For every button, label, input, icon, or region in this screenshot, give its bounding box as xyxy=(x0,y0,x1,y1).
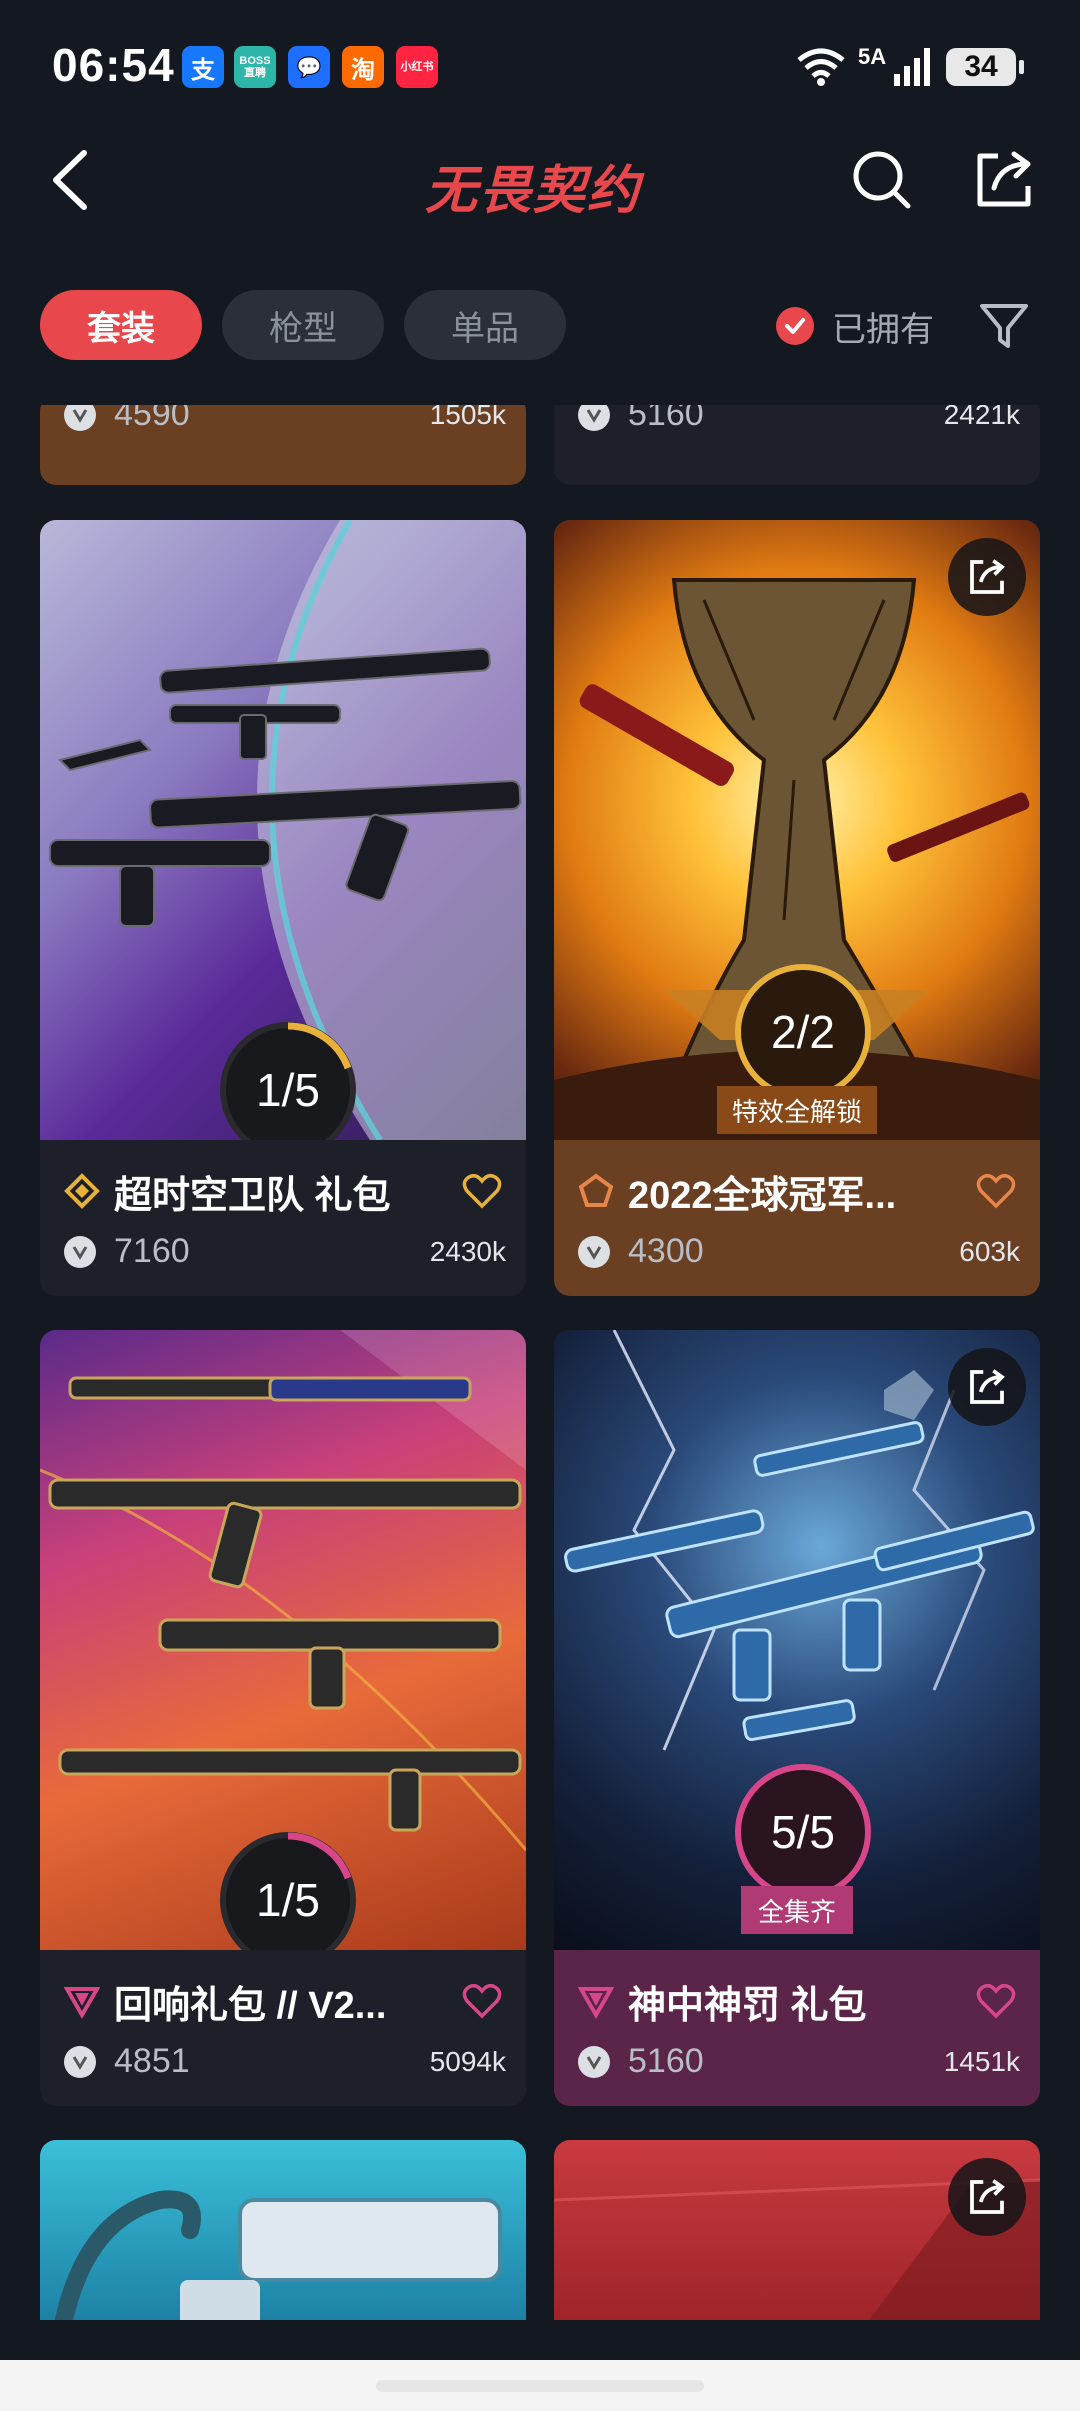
bundle-image: 5/5 全集齐 xyxy=(554,1330,1040,1950)
share-button[interactable] xyxy=(948,1348,1026,1426)
bundle-count: 2421k xyxy=(943,405,1020,430)
progress-badge: 特效全解锁 xyxy=(717,1086,877,1134)
search-icon xyxy=(853,151,911,209)
bundle-count: 603k xyxy=(959,1236,1020,1267)
vp-coin-icon xyxy=(578,405,610,431)
message-icon: 💬 xyxy=(288,46,330,88)
bundle-grid: 4590 1505k 5160 2421k 1/5 超时空卫队 礼包 7160 … xyxy=(0,405,1080,2320)
progress-badge: 全集齐 xyxy=(741,1886,853,1934)
bundle-card[interactable] xyxy=(554,2140,1040,2320)
heart-icon[interactable] xyxy=(976,1982,1016,2020)
share-button[interactable] xyxy=(972,148,1036,212)
heart-icon[interactable] xyxy=(462,1982,502,2020)
progress-ring xyxy=(287,1022,352,1070)
bundle-card[interactable]: 5160 2421k xyxy=(554,405,1040,485)
vp-coin-icon xyxy=(578,2045,610,2078)
bundle-card-champions-2022[interactable]: 2/2 特效全解锁 2022全球冠军... 4300 603k xyxy=(554,520,1040,1296)
share-button[interactable] xyxy=(948,2158,1026,2236)
home-indicator[interactable] xyxy=(376,2380,704,2392)
bundle-card[interactable] xyxy=(40,2140,526,2320)
share-icon xyxy=(970,1369,1005,1404)
heart-icon[interactable] xyxy=(976,1172,1016,1210)
alipay-icon: 支 xyxy=(182,46,224,88)
bundle-price: 4851 xyxy=(114,2042,190,2080)
status-time: 06:54 xyxy=(52,39,175,91)
filter-button[interactable] xyxy=(976,298,1032,354)
game-logo: 无畏契约 xyxy=(425,162,642,220)
bundle-count: 1505k xyxy=(429,405,506,430)
share-icon xyxy=(970,2179,1005,2214)
share-icon xyxy=(970,559,1005,594)
bundle-image xyxy=(54,2190,502,2320)
tab-single-items[interactable]: 单品 xyxy=(404,290,566,360)
bundle-name: 超时空卫队 礼包 xyxy=(114,1174,391,1217)
bundle-card-divine-punishment[interactable]: 5/5 全集齐 神中神罚 礼包 5160 1451k xyxy=(554,1330,1040,2106)
tab-weapon-type[interactable]: 枪型 xyxy=(222,290,384,360)
checkmark-icon xyxy=(776,307,814,345)
bundle-price: 5160 xyxy=(628,405,704,433)
wifi-icon xyxy=(797,48,845,86)
xiaohongshu-icon: 小红书 xyxy=(396,46,438,88)
heart-icon[interactable] xyxy=(462,1172,502,1210)
bundle-image: 2/2 特效全解锁 xyxy=(554,520,1040,1140)
search-button[interactable] xyxy=(850,148,914,212)
bundle-count: 2430k xyxy=(429,1236,506,1267)
battery-indicator: 34 xyxy=(946,48,1024,86)
signal-icon xyxy=(894,48,930,86)
bundle-card-chronovoid[interactable]: 1/5 超时空卫队 礼包 7160 2430k xyxy=(40,520,526,1296)
taobao-icon: 淘 xyxy=(342,46,384,88)
bundle-name: 回响礼包 // V2... xyxy=(114,1984,387,2027)
pentagon-tier-icon xyxy=(578,1173,614,1207)
bundle-image: 1/5 xyxy=(40,520,526,1140)
boss-zhipin-icon: BOSS直聘 xyxy=(234,46,276,88)
vp-coin-icon xyxy=(64,1235,96,1268)
collection-progress: 5/5 xyxy=(735,1764,871,1900)
bundle-card-reverb-v2[interactable]: 1/5 回响礼包 // V2... 4851 5094k xyxy=(40,1330,526,2106)
progress-ring xyxy=(287,1832,352,1880)
bundle-price: 7160 xyxy=(114,1232,190,1270)
bundle-card[interactable]: 4590 1505k xyxy=(40,405,526,485)
bundle-price: 4590 xyxy=(114,405,190,433)
bundle-count: 1451k xyxy=(943,2046,1020,2077)
vp-coin-icon xyxy=(64,2045,96,2078)
bundle-price: 5160 xyxy=(628,2042,704,2080)
triangle-tier-icon xyxy=(578,1987,614,2019)
status-bar: 06:54 支 BOSS直聘 💬 淘 小红书 5A 34 xyxy=(0,0,1080,135)
vp-coin-icon xyxy=(64,405,96,431)
bundle-name: 神中神罚 礼包 xyxy=(628,1984,867,2027)
diamond-tier-icon xyxy=(64,1173,100,1209)
bundle-price: 4300 xyxy=(628,1232,704,1270)
tab-bundles[interactable]: 套装 xyxy=(40,290,202,360)
funnel-icon xyxy=(980,304,1028,348)
share-icon xyxy=(977,151,1031,207)
bundle-image: 1/5 xyxy=(40,1330,526,1950)
bundle-count: 5094k xyxy=(429,2046,506,2077)
bundle-name: 2022全球冠军... xyxy=(628,1174,897,1217)
chevron-left-icon xyxy=(53,150,87,210)
network-type: 5A xyxy=(858,44,887,69)
owned-label: 已拥有 xyxy=(832,310,934,349)
vp-coin-icon xyxy=(578,1235,610,1268)
collection-progress: 2/2 xyxy=(735,964,871,1100)
share-button[interactable] xyxy=(948,538,1026,616)
back-button[interactable] xyxy=(40,140,100,220)
triangle-tier-icon xyxy=(64,1987,100,2019)
owned-toggle[interactable]: 已拥有 xyxy=(776,296,934,356)
